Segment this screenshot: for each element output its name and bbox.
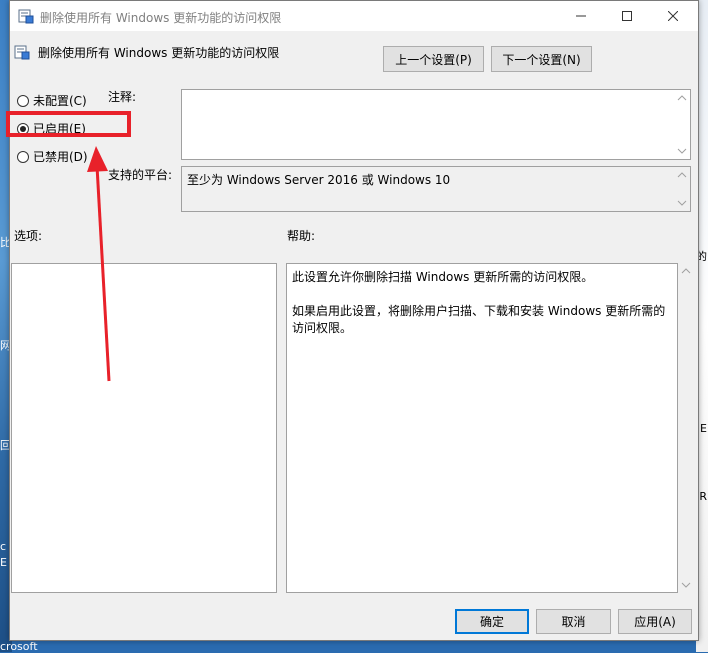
scroll-up-icon[interactable] xyxy=(677,170,687,180)
platform-value: 至少为 Windows Server 2016 或 Windows 10 xyxy=(187,173,451,187)
radio-circle[interactable] xyxy=(17,150,29,163)
comment-scrollbar[interactable] xyxy=(674,90,690,159)
scroll-down-icon[interactable] xyxy=(681,580,691,590)
ok-button[interactable]: 确定 xyxy=(455,609,529,634)
policy-name: 删除使用所有 Windows 更新功能的访问权限 xyxy=(38,46,280,60)
annotation-highlight-box xyxy=(6,111,131,137)
help-paragraph: 如果启用此设置，将删除用户扫描、下载和安装 Windows 更新所需的访问权限。 xyxy=(292,304,666,335)
scroll-up-icon[interactable] xyxy=(677,93,687,103)
radio-disabled[interactable]: 已禁用(D) xyxy=(17,148,88,165)
window-title: 删除使用所有 Windows 更新功能的访问权限 xyxy=(40,11,282,25)
policy-icon xyxy=(14,44,30,60)
radio-not-configured[interactable]: 未配置(C) xyxy=(17,92,87,109)
platform-field: 至少为 Windows Server 2016 或 Windows 10 xyxy=(181,166,691,212)
radio-circle[interactable] xyxy=(17,94,29,107)
help-label: 帮助: xyxy=(287,229,316,243)
maximize-button[interactable] xyxy=(604,1,650,31)
minimize-button[interactable] xyxy=(558,1,604,31)
comment-textarea[interactable] xyxy=(181,89,691,160)
help-paragraph: 此设置允许你删除扫描 Windows 更新所需的访问权限。 xyxy=(292,270,594,284)
desktop-fragment-text: R xyxy=(699,490,707,503)
next-setting-button[interactable]: 下一个设置(N) xyxy=(491,46,592,72)
close-icon xyxy=(668,11,678,21)
desktop-fragment-text: E xyxy=(0,556,7,569)
close-button[interactable] xyxy=(650,1,696,31)
comment-label: 注释: xyxy=(108,90,137,104)
scroll-down-icon[interactable] xyxy=(677,198,687,208)
help-text: 此设置允许你删除扫描 Windows 更新所需的访问权限。 如果启用此设置，将删… xyxy=(292,269,672,354)
policy-icon xyxy=(18,8,34,24)
previous-setting-button[interactable]: 上一个设置(P) xyxy=(383,46,484,72)
platform-scrollbar[interactable] xyxy=(674,167,690,211)
policy-dialog: 删除使用所有 Windows 更新功能的访问权限 删除使用所有 Windows … xyxy=(9,0,699,641)
scroll-up-icon[interactable] xyxy=(681,266,691,276)
apply-button[interactable]: 应用(A) xyxy=(618,609,692,634)
options-panel xyxy=(11,263,277,593)
minimize-icon xyxy=(576,15,586,17)
scroll-down-icon[interactable] xyxy=(677,146,687,156)
platform-label: 支持的平台: xyxy=(108,168,173,182)
title-bar[interactable]: 删除使用所有 Windows 更新功能的访问权限 xyxy=(10,1,698,31)
cancel-button[interactable]: 取消 xyxy=(536,609,611,634)
radio-label: 已禁用(D) xyxy=(33,150,88,164)
help-panel: 此设置允许你删除扫描 Windows 更新所需的访问权限。 如果启用此设置，将删… xyxy=(286,263,678,593)
help-scrollbar[interactable] xyxy=(678,263,694,593)
desktop-fragment-text: E xyxy=(700,422,707,435)
radio-label: 未配置(C) xyxy=(33,94,87,108)
options-label: 选项: xyxy=(14,229,43,243)
maximize-icon xyxy=(622,11,632,21)
desktop-fragment-text: c xyxy=(0,540,7,553)
desktop-fragment-text: crosoft xyxy=(0,640,38,653)
